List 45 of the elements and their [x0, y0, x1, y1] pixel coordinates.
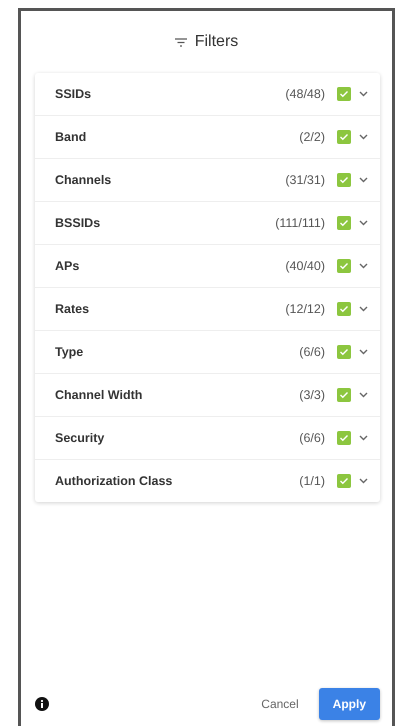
- filter-label: BSSIDs: [55, 216, 102, 230]
- filter-label: SSIDs: [55, 87, 92, 101]
- filter-label: Channels: [55, 173, 112, 187]
- checkbox[interactable]: [337, 302, 351, 316]
- filter-count: (6/6): [299, 431, 325, 445]
- filter-count: (2/2): [299, 130, 325, 144]
- filter-label: Type: [55, 345, 84, 359]
- info-icon[interactable]: [35, 697, 49, 711]
- checkbox[interactable]: [337, 130, 351, 144]
- filter-label: Band: [55, 130, 88, 144]
- filter-label: APs: [55, 259, 80, 273]
- filter-count: (111/111): [275, 216, 325, 230]
- checkbox[interactable]: [337, 173, 351, 187]
- chevron-down-icon[interactable]: [359, 91, 368, 97]
- cancel-button[interactable]: Cancel: [253, 691, 307, 717]
- chevron-down-icon[interactable]: [359, 478, 368, 484]
- dialog-title: Filters: [194, 33, 238, 51]
- checkbox[interactable]: [337, 216, 351, 230]
- checkbox[interactable]: [337, 259, 351, 273]
- apply-button[interactable]: Apply: [318, 688, 380, 720]
- checkbox[interactable]: [337, 431, 351, 445]
- chevron-down-icon[interactable]: [359, 177, 368, 183]
- filter-count: (6/6): [299, 345, 325, 359]
- chevron-down-icon[interactable]: [359, 263, 368, 269]
- filter-count: (12/12): [285, 302, 325, 316]
- checkbox[interactable]: [337, 388, 351, 402]
- filter-icon: [174, 38, 187, 46]
- filter-count: (48/48): [285, 87, 325, 101]
- filter-count: (40/40): [285, 259, 325, 273]
- chevron-down-icon[interactable]: [359, 435, 368, 441]
- filter-count: (31/31): [285, 173, 325, 187]
- chevron-down-icon[interactable]: [359, 306, 368, 312]
- chevron-down-icon[interactable]: [359, 134, 368, 140]
- checkbox[interactable]: [337, 87, 351, 101]
- checkbox[interactable]: [337, 345, 351, 359]
- filter-count: (3/3): [299, 388, 325, 402]
- filter-count: (1/1): [299, 474, 325, 488]
- checkbox[interactable]: [337, 474, 351, 488]
- chevron-down-icon[interactable]: [359, 220, 368, 226]
- filter-label: Authorization Class: [55, 474, 174, 488]
- chevron-down-icon[interactable]: [359, 349, 368, 355]
- chevron-down-icon[interactable]: [359, 392, 368, 398]
- filter-label: Security: [55, 431, 106, 445]
- filter-label: Channel Width: [55, 388, 144, 402]
- filter-label: Rates: [55, 302, 90, 316]
